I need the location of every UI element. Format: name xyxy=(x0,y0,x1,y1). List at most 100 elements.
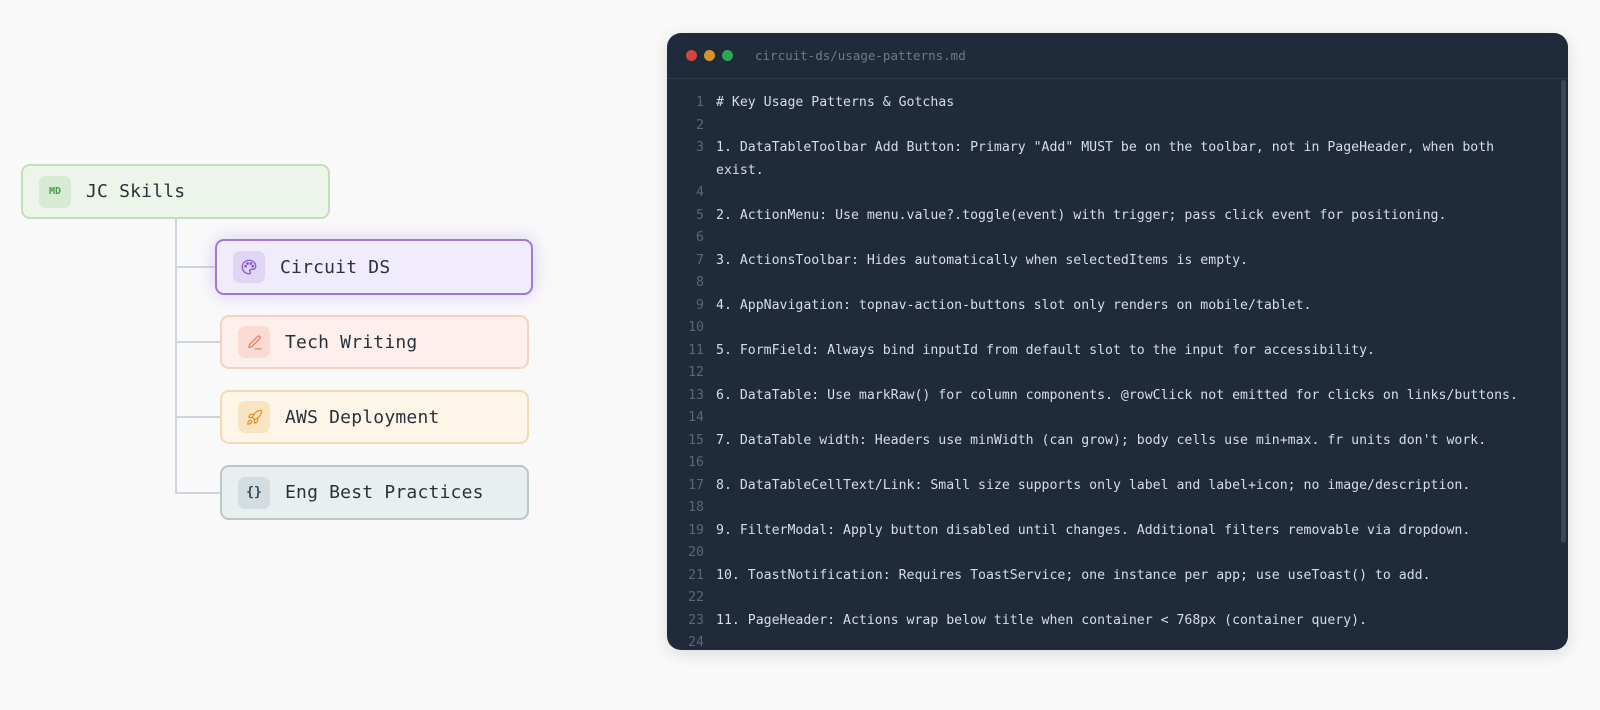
tree-node-eng-best-practices[interactable]: {} Eng Best Practices xyxy=(220,465,529,520)
line-text: # Key Usage Patterns & Gotchas xyxy=(716,95,955,110)
code-line: 2 xyxy=(667,115,1568,138)
code-line: 13 6. DataTable: Use markRaw() for column… xyxy=(667,385,1568,408)
line-number: 23 xyxy=(688,612,704,628)
code-line: 22 xyxy=(667,587,1568,610)
code-line: 9 4. AppNavigation: topnav-action-buttons… xyxy=(667,295,1568,318)
code-line: 14 xyxy=(667,407,1568,430)
code-line: 3 1. DataTableToolbar Add Button: Primary… xyxy=(667,137,1568,182)
code-content[interactable]: 1 # Key Usage Patterns & Gotchas 2 3 1. Data… xyxy=(667,79,1568,650)
line-number: 16 xyxy=(688,455,704,470)
line-number: 8 xyxy=(696,275,704,290)
tree-node-circuit-ds[interactable]: Circuit DS xyxy=(215,239,533,295)
code-line: 11 5. FormField: Always bind inputId from… xyxy=(667,340,1568,363)
line-text: 5. FormField: Always bind inputId from d… xyxy=(716,342,1375,358)
md-file-icon: MD xyxy=(39,175,71,208)
line-text xyxy=(716,587,1531,610)
line-number: 3 xyxy=(696,140,704,155)
rocket-icon xyxy=(238,401,270,433)
node-label: Tech Writing xyxy=(285,331,418,353)
line-number: 1 xyxy=(696,95,704,110)
line-number: 9 xyxy=(696,297,704,313)
line-number: 15 xyxy=(688,432,704,448)
line-number: 5 xyxy=(696,207,704,223)
line-number: 18 xyxy=(688,500,704,515)
line-text xyxy=(716,362,1531,385)
line-text: 6. DataTable: Use markRaw() for column c… xyxy=(716,387,1518,403)
line-text xyxy=(716,182,1531,205)
line-text: 11. PageHeader: Actions wrap below title… xyxy=(716,612,1368,628)
line-number: 4 xyxy=(696,185,704,200)
code-editor-window: circuit-ds/usage-patterns.md 1 # Key Usag… xyxy=(667,33,1568,650)
tree-connector xyxy=(175,341,220,343)
line-number: 12 xyxy=(688,365,704,380)
pencil-icon xyxy=(238,326,270,358)
line-text: 10. ToastNotification: Requires ToastSer… xyxy=(716,567,1431,583)
code-line: 4 xyxy=(667,182,1568,205)
code-line: 21 10. ToastNotification: Requires ToastS… xyxy=(667,565,1568,588)
line-number: 11 xyxy=(688,342,704,358)
editor-titlebar: circuit-ds/usage-patterns.md xyxy=(667,33,1568,79)
code-line: 1 # Key Usage Patterns & Gotchas xyxy=(667,92,1568,115)
code-line: 19 9. FilterModal: Apply button disabled … xyxy=(667,520,1568,543)
line-number: 6 xyxy=(696,230,704,245)
node-label: Eng Best Practices xyxy=(285,482,484,503)
line-text xyxy=(716,317,1531,340)
tree-node-tech-writing[interactable]: Tech Writing xyxy=(220,315,529,369)
tree-node-aws-deployment[interactable]: AWS Deployment xyxy=(220,390,529,444)
maximize-window-button[interactable] xyxy=(722,50,733,61)
line-text: 3. ActionsToolbar: Hides automatically w… xyxy=(716,252,1248,268)
line-text xyxy=(716,407,1531,430)
code-line: 20 xyxy=(667,542,1568,565)
close-window-button[interactable] xyxy=(686,50,697,61)
code-line: 7 3. ActionsToolbar: Hides automatically … xyxy=(667,250,1568,273)
line-number: 10 xyxy=(688,320,704,335)
code-line: 5 2. ActionMenu: Use menu.value?.toggle(e… xyxy=(667,205,1568,228)
tree-node-jc-skills[interactable]: MD JC Skills xyxy=(21,164,330,219)
line-text xyxy=(716,272,1531,295)
line-text xyxy=(716,542,1531,565)
tree-connector xyxy=(175,416,220,418)
code-line: 16 xyxy=(667,452,1568,475)
line-text: 4. AppNavigation: topnav-action-buttons … xyxy=(716,297,1312,313)
braces-icon: {} xyxy=(238,476,270,509)
code-line: 17 8. DataTableCellText/Link: Small size … xyxy=(667,475,1568,498)
code-line: 24 xyxy=(667,632,1568,650)
code-line: 15 7. DataTable width: Headers use minWid… xyxy=(667,430,1568,453)
code-line: 23 11. PageHeader: Actions wrap below tit… xyxy=(667,610,1568,633)
vertical-scrollbar[interactable] xyxy=(1561,80,1566,543)
node-label: Circuit DS xyxy=(280,256,391,278)
palette-icon xyxy=(233,251,265,283)
node-label: AWS Deployment xyxy=(285,406,440,428)
line-text xyxy=(716,632,1531,650)
line-number: 2 xyxy=(696,117,704,133)
line-number: 14 xyxy=(688,410,704,425)
line-number: 17 xyxy=(688,477,704,493)
line-text xyxy=(716,115,1531,138)
line-number: 20 xyxy=(688,545,704,560)
tree-connector xyxy=(175,492,220,494)
file-path: circuit-ds/usage-patterns.md xyxy=(755,48,966,63)
minimize-window-button[interactable] xyxy=(704,50,715,61)
line-text: 2. ActionMenu: Use menu.value?.toggle(ev… xyxy=(716,207,1447,223)
line-number: 13 xyxy=(688,387,704,403)
line-text: 7. DataTable width: Headers use minWidth… xyxy=(716,432,1487,448)
line-number: 7 xyxy=(696,252,704,268)
node-label: JC Skills xyxy=(86,181,186,202)
line-text: 8. DataTableCellText/Link: Small size su… xyxy=(716,477,1471,493)
line-number: 19 xyxy=(688,522,704,538)
code-line: 10 xyxy=(667,317,1568,340)
line-number: 22 xyxy=(688,590,704,605)
code-line: 6 xyxy=(667,227,1568,250)
code-line: 12 xyxy=(667,362,1568,385)
line-number: 24 xyxy=(688,635,704,650)
tree-connector xyxy=(175,266,215,268)
line-text xyxy=(716,227,1531,250)
code-line: 8 xyxy=(667,272,1568,295)
tree-connector-vertical xyxy=(175,218,177,494)
line-text xyxy=(716,497,1531,520)
line-text: 9. FilterModal: Apply button disabled un… xyxy=(716,522,1471,538)
code-line: 18 xyxy=(667,497,1568,520)
line-text: 1. DataTableToolbar Add Button: Primary … xyxy=(716,140,1503,178)
line-number: 21 xyxy=(688,567,704,583)
line-text xyxy=(716,452,1531,475)
